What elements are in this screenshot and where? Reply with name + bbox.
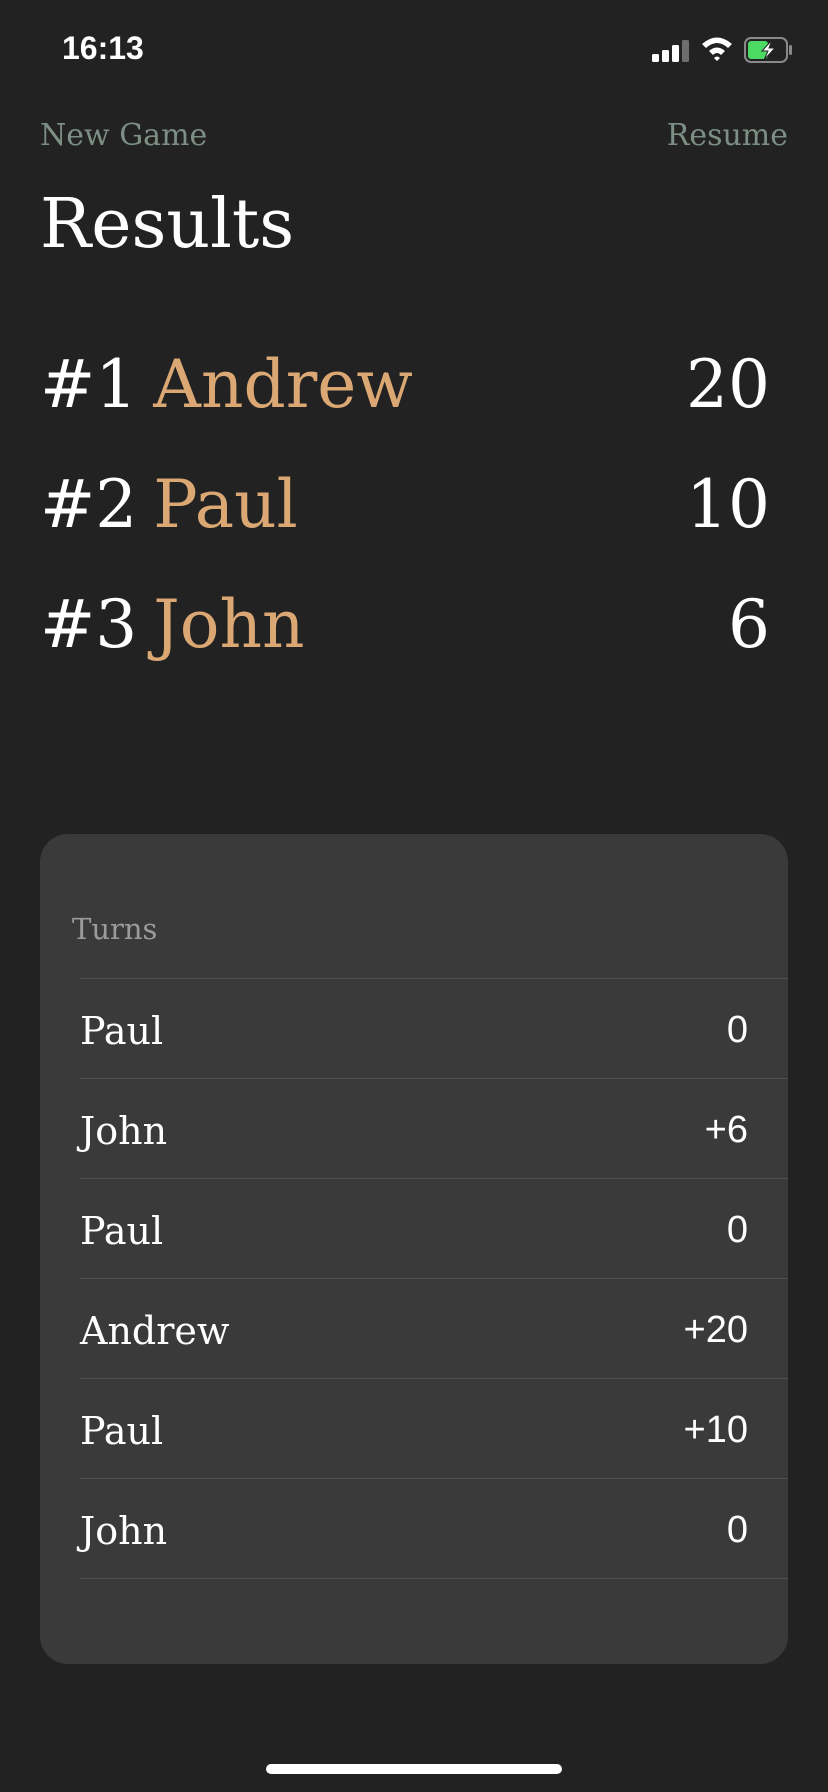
new-game-button[interactable]: New Game [40, 118, 207, 153]
ranking-row: #3 John 6 [40, 580, 770, 700]
home-indicator[interactable] [266, 1764, 562, 1774]
turn-points: 0 [726, 1009, 748, 1051]
status-time: 16:13 [62, 30, 144, 66]
rankings-list: #1 Andrew 20 #2 Paul 10 #3 John 6 [40, 340, 770, 700]
turn-row: Paul +10 [80, 1378, 788, 1478]
turn-points: +6 [704, 1109, 748, 1151]
rank-number: #2 [40, 466, 138, 543]
turn-player: John [80, 1109, 168, 1153]
turns-header: Turns [72, 912, 158, 946]
turn-player: Paul [80, 1009, 164, 1053]
player-name: Andrew [153, 346, 413, 423]
wifi-icon [702, 37, 732, 61]
turn-player: Paul [80, 1409, 164, 1453]
resume-button[interactable]: Resume [667, 118, 788, 153]
turn-row: Paul 0 [80, 978, 788, 1078]
turn-points: +10 [683, 1409, 748, 1451]
battery-charging-icon [744, 37, 792, 63]
player-score: 6 [728, 586, 770, 663]
turns-list[interactable]: Paul 0 John +6 Paul 0 Andrew +20 Paul +1… [80, 978, 788, 1579]
ranking-row: #1 Andrew 20 [40, 340, 770, 460]
player-name: Paul [153, 466, 298, 543]
ranking-row: #2 Paul 10 [40, 460, 770, 580]
page-title: Results [40, 185, 295, 264]
turn-player: John [80, 1509, 168, 1553]
turn-player: Paul [80, 1209, 164, 1253]
turn-row: John 0 [80, 1478, 788, 1579]
rank-number: #1 [40, 346, 138, 423]
turn-points: 0 [726, 1509, 748, 1551]
turn-points: 0 [726, 1209, 748, 1251]
player-name: John [153, 586, 305, 663]
status-bar: 16:13 [0, 0, 828, 100]
rank-number: #3 [40, 586, 138, 663]
turn-row: John +6 [80, 1078, 788, 1178]
turn-player: Andrew [80, 1309, 230, 1353]
player-score: 10 [686, 466, 770, 543]
signal-icon [652, 38, 690, 62]
turn-points: +20 [683, 1309, 748, 1351]
turn-row: Andrew +20 [80, 1278, 788, 1378]
turn-row: Paul 0 [80, 1178, 788, 1278]
turns-card: Turns Paul 0 John +6 Paul 0 Andrew +20 P… [40, 834, 788, 1664]
player-score: 20 [686, 346, 770, 423]
